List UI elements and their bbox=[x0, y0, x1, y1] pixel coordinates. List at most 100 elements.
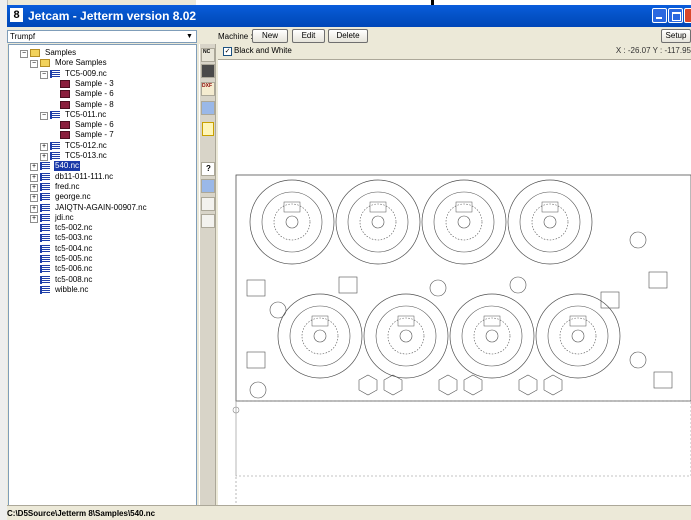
refresh-icon[interactable] bbox=[201, 179, 215, 193]
part-mid-ring bbox=[261, 191, 323, 253]
part-slot bbox=[569, 315, 587, 327]
expand-icon[interactable]: + bbox=[30, 194, 38, 203]
small-part bbox=[600, 291, 620, 309]
part-mid-ring bbox=[519, 191, 581, 253]
hex-part bbox=[518, 374, 538, 396]
tree-item-label: db11-011-111.nc bbox=[55, 171, 114, 181]
zoom-icon[interactable] bbox=[201, 214, 215, 228]
tree-item-label: fred.nc bbox=[55, 181, 80, 191]
sample-sheet-icon bbox=[60, 131, 70, 140]
options-bar: ✓ Black and White X : -26.07 Y : -117.95 bbox=[218, 45, 691, 58]
machine-label: Machine : bbox=[218, 32, 253, 41]
tree-item-label: Sample - 3 bbox=[75, 78, 114, 88]
tree-item-label: tc5-005.nc bbox=[55, 254, 93, 263]
tree-item-label: tc5-003.nc bbox=[55, 233, 93, 243]
app-window: 8 Jetcam - Jetterm version 8.02 Trumpf ▼… bbox=[7, 5, 691, 520]
part-outer-ring bbox=[277, 293, 363, 379]
small-part bbox=[629, 231, 647, 249]
status-path: C:\D5Source\Jetterm 8\Samples\540.nc bbox=[7, 509, 156, 518]
collapse-icon[interactable]: − bbox=[30, 60, 38, 69]
sample-sheet-icon bbox=[60, 100, 70, 109]
nc-import-icon[interactable] bbox=[201, 48, 215, 62]
tree-item-label: TC5-012.nc bbox=[65, 140, 107, 150]
nc-file-icon bbox=[40, 275, 50, 284]
folder-icon bbox=[30, 49, 40, 57]
part-hole-ring bbox=[531, 203, 569, 241]
tree-item-label: Sample - 7 bbox=[75, 130, 114, 140]
part-mid-ring bbox=[375, 305, 437, 367]
nesting-canvas[interactable] bbox=[218, 59, 691, 506]
collapse-icon[interactable]: − bbox=[40, 111, 48, 120]
small-part bbox=[629, 351, 647, 369]
tree-item-label: Sample - 6 bbox=[75, 89, 114, 99]
part-mid-ring bbox=[433, 191, 495, 253]
small-part bbox=[429, 279, 447, 297]
part-slot bbox=[283, 201, 301, 213]
part-slot bbox=[483, 315, 501, 327]
nc-file-icon bbox=[50, 69, 60, 78]
dxf-import-icon[interactable] bbox=[201, 82, 215, 96]
collapse-icon[interactable]: − bbox=[20, 50, 28, 58]
file-tree[interactable]: − Samples − More Samples − TC5-009.nc Sample -… bbox=[8, 44, 197, 508]
part-outer-ring bbox=[535, 293, 621, 379]
nc-file-icon bbox=[40, 213, 50, 222]
small-part bbox=[509, 276, 527, 294]
delete-button[interactable]: Delete bbox=[328, 29, 368, 43]
tree-item-label: More Samples bbox=[55, 58, 107, 68]
vertical-toolbar bbox=[199, 44, 216, 505]
minimize-icon[interactable] bbox=[652, 8, 667, 23]
cursor-coordinates: X : -26.07 Y : -117.95 bbox=[615, 46, 691, 55]
sample-sheet-icon bbox=[60, 90, 70, 99]
part-outer-ring bbox=[507, 179, 593, 265]
hex-part bbox=[383, 374, 403, 396]
nc-file-icon bbox=[40, 224, 50, 233]
tree-item-label: tc5-008.nc bbox=[55, 274, 93, 284]
setup-button[interactable]: Setup bbox=[661, 29, 691, 43]
nc-file-icon bbox=[40, 244, 50, 253]
expand-icon[interactable]: + bbox=[30, 163, 38, 172]
machine-select-value: Trumpf bbox=[10, 32, 36, 41]
blank-tool-icon[interactable] bbox=[201, 197, 215, 211]
hex-part bbox=[463, 374, 483, 396]
part-hole-ring bbox=[559, 317, 597, 355]
machine-select[interactable]: Trumpf ▼ bbox=[7, 30, 197, 43]
sheet-icon[interactable] bbox=[202, 122, 214, 136]
part-outer-ring bbox=[335, 179, 421, 265]
black-white-checkbox[interactable]: ✓ bbox=[223, 47, 232, 56]
part-center-hole bbox=[485, 329, 499, 343]
small-part bbox=[246, 279, 266, 297]
tree-item-label: tc5-002.nc bbox=[55, 223, 93, 233]
tree-item-label: JAIQTN-AGAIN-00907.nc bbox=[55, 202, 147, 212]
close-icon[interactable] bbox=[684, 8, 691, 23]
part-center-hole bbox=[371, 215, 385, 229]
expand-icon[interactable]: + bbox=[30, 204, 38, 213]
nc-file-icon bbox=[40, 193, 50, 202]
tree-item-label: wibble.nc bbox=[55, 284, 89, 294]
help-icon[interactable] bbox=[201, 162, 215, 176]
part-outer-ring bbox=[363, 293, 449, 379]
small-part bbox=[648, 271, 668, 289]
view-icon[interactable] bbox=[201, 101, 215, 115]
expand-icon[interactable]: + bbox=[40, 142, 48, 151]
part-center-hole bbox=[399, 329, 413, 343]
expand-icon[interactable]: + bbox=[30, 183, 38, 192]
part-mid-ring bbox=[347, 191, 409, 253]
machine-icon[interactable] bbox=[201, 64, 215, 78]
expand-icon[interactable]: + bbox=[40, 153, 48, 161]
expand-icon[interactable]: + bbox=[30, 214, 38, 223]
tree-item-label: 540.nc bbox=[54, 161, 81, 172]
nc-file-icon bbox=[40, 234, 50, 243]
part-hole-ring bbox=[301, 317, 339, 355]
tree-item-label: tc5-006.nc bbox=[55, 264, 93, 274]
tree-item-label: jdi.nc bbox=[55, 212, 74, 222]
edit-button[interactable]: Edit bbox=[292, 29, 325, 43]
chevron-down-icon[interactable]: ▼ bbox=[184, 32, 195, 41]
tree-item-label: TC5-013.nc bbox=[65, 151, 107, 160]
nc-file-icon bbox=[40, 162, 50, 171]
new-button[interactable]: New bbox=[252, 29, 288, 43]
expand-icon[interactable]: + bbox=[30, 173, 38, 182]
maximize-icon[interactable] bbox=[668, 8, 683, 23]
collapse-icon[interactable]: − bbox=[40, 70, 48, 79]
title-bar[interactable]: 8 Jetcam - Jetterm version 8.02 bbox=[7, 5, 691, 27]
part-center-hole bbox=[543, 215, 557, 229]
